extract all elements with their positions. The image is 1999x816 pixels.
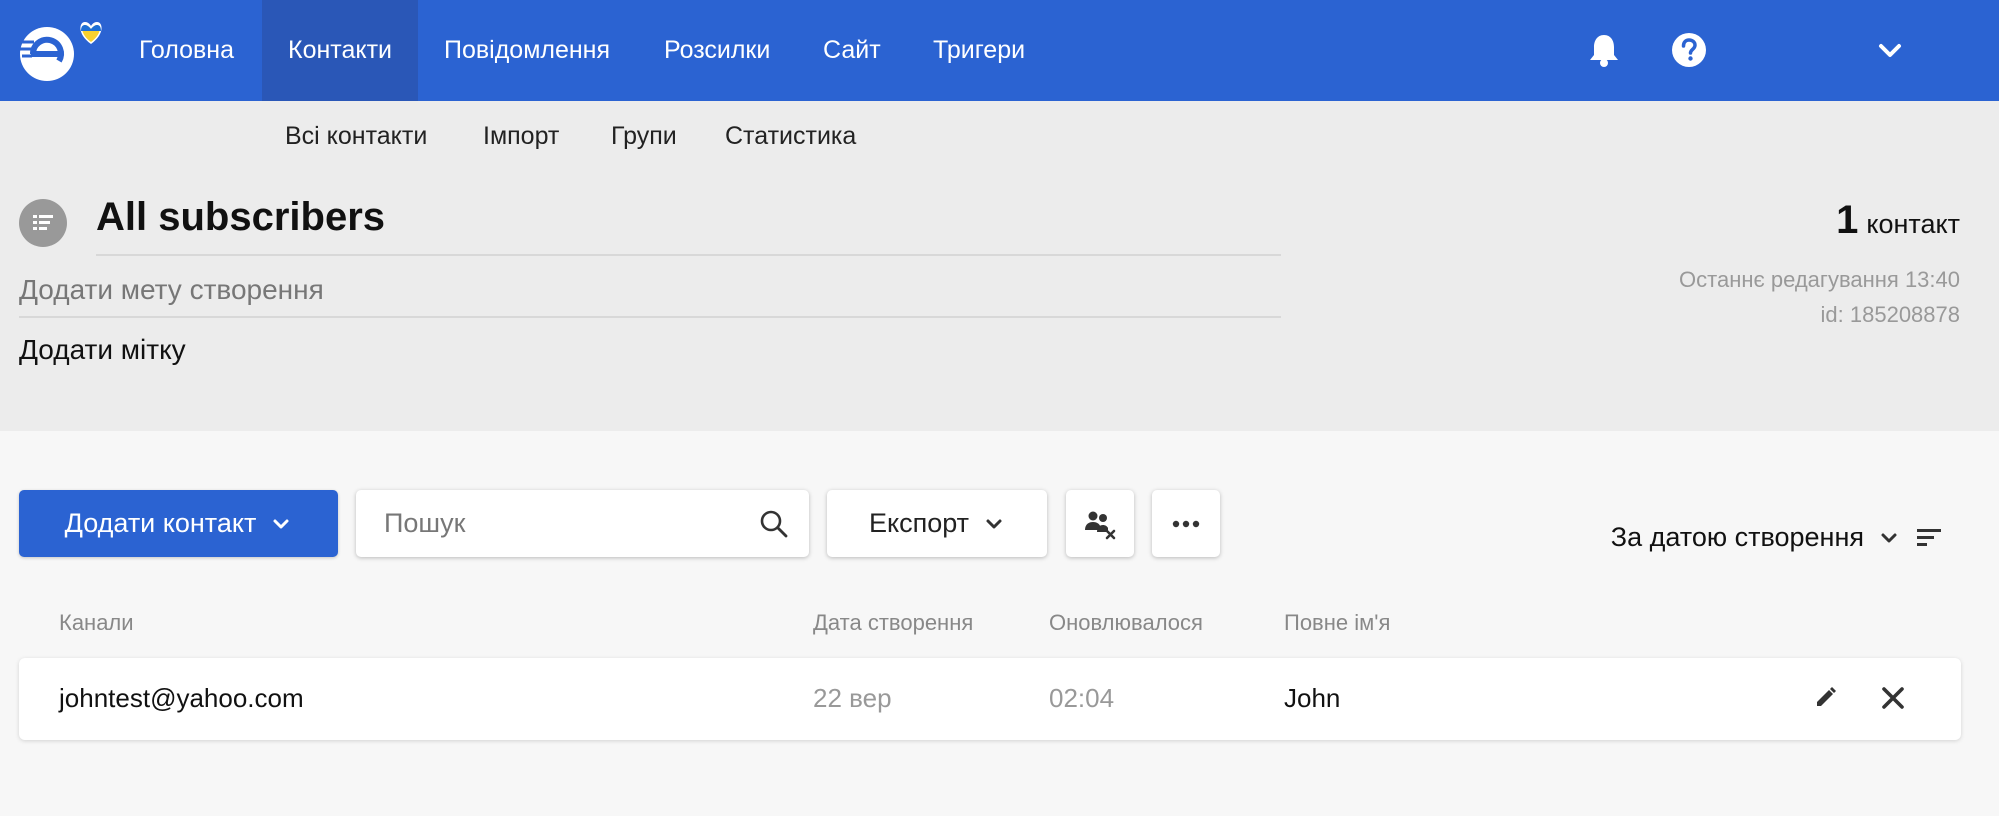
users-remove-icon [1085, 511, 1116, 539]
contact-count: 1 контакт [1836, 198, 1960, 243]
bell-icon[interactable] [1584, 30, 1624, 70]
more-options-button[interactable] [1152, 490, 1220, 557]
add-tag-link[interactable]: Додати мітку [19, 334, 186, 366]
nav-item-label: Тригери [933, 36, 1026, 64]
nav-item-campaigns[interactable]: Розсилки [638, 0, 796, 101]
divider [19, 316, 1281, 318]
page-title[interactable]: All subscribers [96, 195, 385, 240]
nav-item-triggers[interactable]: Тригери [907, 0, 1051, 101]
chevron-down-icon [273, 519, 289, 528]
contact-count-number: 1 [1836, 198, 1859, 242]
nav-item-site[interactable]: Сайт [797, 0, 907, 101]
search-box [356, 490, 809, 557]
nav-item-label: Контакти [288, 36, 392, 64]
list-icon [19, 199, 67, 247]
subnav-all-contacts[interactable]: Всі контакти [285, 122, 427, 151]
help-icon[interactable] [1669, 30, 1709, 70]
search-icon[interactable] [759, 509, 789, 539]
contact-count-label: контакт [1866, 209, 1960, 239]
column-header-channels[interactable]: Канали [59, 610, 134, 636]
add-contact-button[interactable]: Додати контакт [19, 490, 338, 557]
goal-field[interactable]: Додати мету створення [19, 274, 324, 306]
more-horizontal-icon [1172, 520, 1200, 527]
add-contact-label: Додати контакт [64, 508, 257, 538]
chevron-down-icon [986, 519, 1002, 528]
divider [96, 254, 1281, 256]
edit-icon[interactable] [1807, 680, 1843, 716]
chevron-down-icon [1881, 533, 1897, 542]
cell-channel[interactable]: johntest@yahoo.com [59, 683, 304, 714]
close-icon[interactable] [1875, 680, 1911, 716]
nav-item-contacts[interactable]: Контакти [262, 0, 418, 101]
subnav-statistics[interactable]: Статистика [725, 122, 856, 151]
nav-item-label: Повідомлення [444, 36, 611, 64]
remove-users-button[interactable] [1066, 490, 1134, 557]
column-header-created[interactable]: Дата створення [813, 610, 973, 636]
sort-order-icon[interactable] [1914, 523, 1944, 553]
subnav-import[interactable]: Імпорт [483, 122, 559, 151]
cell-created: 22 вер [813, 683, 892, 713]
column-header-updated[interactable]: Оновлювалося [1049, 610, 1203, 636]
cell-updated: 02:04 [1049, 683, 1115, 713]
logo[interactable] [17, 14, 113, 84]
nav-item-messages[interactable]: Повідомлення [418, 0, 636, 101]
nav-item-home[interactable]: Головна [113, 0, 260, 101]
nav-item-label: Сайт [823, 36, 881, 64]
cell-full-name[interactable]: John [1284, 683, 1340, 714]
last-edited-text: Останнє редагування 13:40 [1679, 267, 1960, 292]
table-row[interactable]: johntest@yahoo.com 22 вер 02:04 John [19, 658, 1961, 740]
sort-dropdown[interactable]: За датою створення [1611, 522, 1944, 553]
column-header-full-name[interactable]: Повне ім'я [1284, 610, 1390, 636]
search-input[interactable] [384, 502, 744, 545]
nav-item-label: Розсилки [664, 36, 771, 64]
sort-label: За датою створення [1610, 522, 1864, 552]
export-button[interactable]: Експорт [827, 490, 1047, 557]
list-id-text: id: 185208878 [1820, 302, 1960, 327]
subnav-groups[interactable]: Групи [611, 122, 677, 151]
export-label: Експорт [868, 508, 970, 538]
chevron-down-icon[interactable] [1870, 30, 1910, 70]
top-navigation-bar: Головна Контакти Повідомлення Розсилки С… [0, 0, 1999, 101]
nav-item-label: Головна [139, 36, 234, 64]
